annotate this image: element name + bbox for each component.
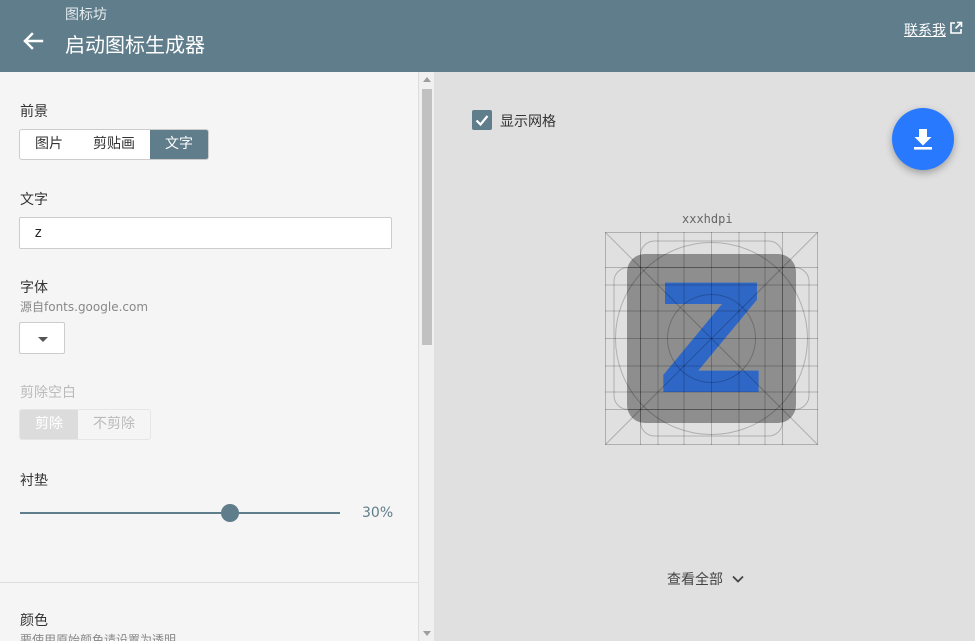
foreground-option-image[interactable]: 图片 <box>20 130 78 159</box>
scroll-up-icon[interactable] <box>423 77 431 82</box>
site-name[interactable]: 图标坊 <box>65 4 107 24</box>
padding-slider-track[interactable] <box>20 512 340 514</box>
trim-option-trim[interactable]: 剪除 <box>20 410 78 439</box>
app-header: 图标坊 启动图标生成器 联系我 <box>0 0 975 72</box>
contact-link[interactable]: 联系我 <box>904 20 963 40</box>
font-dropdown[interactable] <box>19 322 65 354</box>
preview-panel: 显示网格 xxxhdpi Z 查看全部 <box>434 72 975 641</box>
scrollbar-thumb[interactable] <box>422 89 432 345</box>
checkmark-icon <box>475 115 489 127</box>
download-icon <box>914 129 932 150</box>
chevron-down-icon <box>732 575 744 583</box>
keyline-grid <box>604 231 819 446</box>
foreground-option-text[interactable]: 文字 <box>150 130 208 159</box>
external-link-icon <box>949 21 963 39</box>
text-input[interactable]: z <box>19 217 392 249</box>
foreground-label: 前景 <box>20 104 48 120</box>
scrollbar[interactable] <box>418 72 434 641</box>
show-grid-checkbox[interactable] <box>472 110 492 130</box>
icon-preview: Z <box>604 231 819 446</box>
show-grid-label[interactable]: 显示网格 <box>500 111 556 131</box>
page-title: 启动图标生成器 <box>65 33 205 57</box>
font-label: 字体 <box>20 280 48 296</box>
density-label: xxxhdpi <box>682 212 733 226</box>
view-all-label: 查看全部 <box>667 572 723 588</box>
trim-selector: 剪除 不剪除 <box>19 409 151 440</box>
padding-slider-thumb[interactable] <box>221 504 239 522</box>
settings-panel: 前景 图片 剪贴画 文字 文字 z 字体 源自fonts.google.com … <box>0 72 434 641</box>
text-label: 文字 <box>20 192 48 208</box>
caret-down-icon <box>38 337 48 342</box>
color-hint: 要使用原始颜色请设置为透明 <box>20 633 177 641</box>
trim-label: 剪除空白 <box>20 385 76 401</box>
padding-value: 30% <box>362 505 394 521</box>
view-all-button[interactable]: 查看全部 <box>667 569 745 589</box>
font-hint: 源自fonts.google.com <box>20 300 149 314</box>
foreground-selector: 图片 剪贴画 文字 <box>19 129 209 160</box>
download-button[interactable] <box>892 108 954 170</box>
contact-label: 联系我 <box>904 23 946 39</box>
padding-label: 衬垫 <box>20 473 48 489</box>
color-label: 颜色 <box>20 613 48 629</box>
back-arrow-icon[interactable] <box>16 24 50 58</box>
divider <box>0 582 418 583</box>
scroll-down-icon[interactable] <box>423 631 431 636</box>
trim-option-no-trim[interactable]: 不剪除 <box>78 410 150 439</box>
foreground-option-clipart[interactable]: 剪贴画 <box>78 130 150 159</box>
